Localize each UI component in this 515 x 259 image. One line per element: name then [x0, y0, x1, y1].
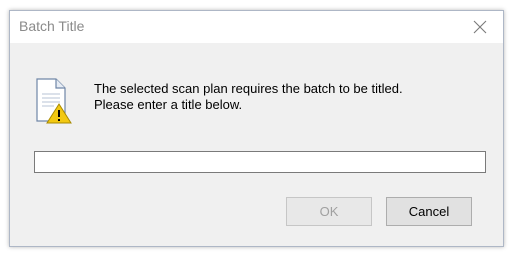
batch-title-dialog: Batch Title The selected scan plan requi… — [9, 10, 504, 247]
message-line-1: The selected scan plan requires the batc… — [94, 81, 403, 96]
batch-title-input[interactable] — [34, 151, 486, 173]
message-line-2: Please enter a title below. — [94, 97, 243, 112]
cancel-button[interactable]: Cancel — [386, 197, 472, 226]
message-text: The selected scan plan requires the batc… — [94, 81, 403, 113]
close-icon — [473, 20, 487, 34]
dialog-title: Batch Title — [19, 18, 85, 34]
document-warning-icon — [36, 78, 72, 124]
ok-button[interactable]: OK — [286, 197, 372, 226]
close-button[interactable] — [457, 11, 503, 43]
dialog-titlebar: Batch Title — [10, 11, 503, 43]
